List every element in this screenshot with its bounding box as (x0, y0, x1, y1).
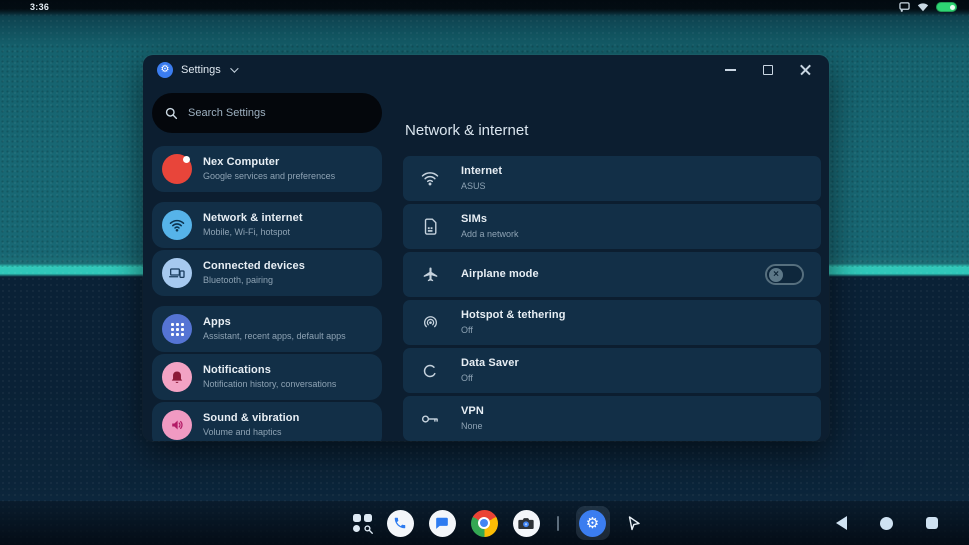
nav-bar (836, 516, 938, 530)
search-icon (364, 525, 373, 534)
dock: ⚙ (353, 506, 641, 540)
row-vpn[interactable]: VPN None (403, 396, 821, 441)
row-title: SIMs (461, 213, 519, 226)
sidebar-item-apps[interactable]: Apps Assistant, recent apps, default app… (152, 306, 382, 352)
airplane-mode-toggle[interactable]: × (765, 264, 804, 285)
sidebar-item-network-internet[interactable]: Network & internet Mobile, Wi-Fi, hotspo… (152, 202, 382, 248)
search-icon (165, 107, 178, 120)
row-subtitle: ASUS (461, 181, 502, 192)
sidebar-item-subtitle: Google services and preferences (203, 171, 335, 182)
row-subtitle: Off (461, 325, 566, 336)
chrome-app-button[interactable] (471, 510, 498, 537)
settings-sidebar: Nex Computer Google services and prefere… (152, 91, 382, 441)
settings-window: ⚙ Settings Nex Compu (143, 55, 829, 441)
row-title: Data Saver (461, 357, 519, 370)
row-hotspot-tethering[interactable]: Hotspot & tethering Off (403, 300, 821, 345)
sidebar-item-sound-vibration[interactable]: Sound & vibration Volume and haptics (152, 402, 382, 441)
settings-app-button[interactable]: ⚙ (576, 506, 610, 540)
sidebar-item-title: Nex Computer (203, 156, 335, 169)
taskbar: ⚙ (0, 501, 969, 545)
back-button[interactable] (836, 516, 847, 530)
row-data-saver[interactable]: Data Saver Off (403, 348, 821, 393)
chat-bubble-icon (435, 516, 449, 530)
settings-app-icon: ⚙ (157, 62, 173, 78)
sidebar-item-title: Connected devices (203, 260, 305, 273)
row-sims[interactable]: SIMs Add a network (403, 204, 821, 249)
wifi-icon (162, 210, 192, 240)
sim-card-icon (420, 218, 440, 235)
clock: 3:36 (30, 2, 49, 12)
home-button[interactable] (880, 517, 893, 530)
apps-grid-icon (162, 314, 192, 344)
sidebar-item-subtitle: Assistant, recent apps, default apps (203, 331, 346, 342)
window-titlebar[interactable]: ⚙ Settings (143, 55, 829, 85)
sidebar-item-title: Network & internet (203, 212, 303, 225)
account-icon (162, 154, 192, 184)
dock-separator (557, 516, 559, 531)
row-internet[interactable]: Internet ASUS (403, 156, 821, 201)
sidebar-item-subtitle: Bluetooth, pairing (203, 275, 305, 286)
devices-icon (162, 258, 192, 288)
hotspot-icon (420, 315, 440, 331)
maximize-button[interactable] (763, 65, 773, 75)
row-subtitle: None (461, 421, 484, 432)
battery-icon (936, 2, 957, 12)
row-title: Internet (461, 165, 502, 178)
sidebar-item-subtitle: Notification history, conversations (203, 379, 336, 390)
row-subtitle: Add a network (461, 229, 519, 240)
speaker-icon (162, 410, 192, 440)
messages-app-button[interactable] (429, 510, 456, 537)
wifi-icon (917, 2, 929, 12)
window-title: Settings (181, 64, 221, 76)
gear-icon: ⚙ (586, 516, 599, 531)
settings-main-panel: Network & internet Internet ASUS (403, 91, 821, 441)
row-title: Airplane mode (461, 268, 539, 281)
sidebar-item-nex-computer[interactable]: Nex Computer Google services and prefere… (152, 146, 382, 192)
sidebar-item-title: Notifications (203, 364, 336, 377)
cast-icon (899, 2, 910, 12)
desktop: 3:36 ⚙ Settings (0, 0, 969, 545)
sidebar-item-connected-devices[interactable]: Connected devices Bluetooth, pairing (152, 250, 382, 296)
bell-icon (162, 362, 192, 392)
gear-icon: ⚙ (161, 65, 170, 75)
toggle-thumb-off-icon: × (769, 268, 783, 282)
sidebar-item-title: Apps (203, 316, 346, 329)
page-title: Network & internet (405, 122, 821, 139)
sidebar-item-title: Sound & vibration (203, 412, 299, 425)
phone-icon (393, 516, 407, 530)
phone-app-button[interactable] (387, 510, 414, 537)
row-airplane-mode[interactable]: Airplane mode × (403, 252, 821, 297)
app-drawer-search-button[interactable] (353, 514, 372, 533)
row-title: VPN (461, 405, 484, 418)
camera-icon (518, 517, 534, 530)
close-button[interactable] (800, 65, 811, 76)
status-bar: 3:36 (0, 0, 969, 16)
sidebar-item-subtitle: Volume and haptics (203, 427, 299, 438)
search-bar[interactable] (152, 93, 382, 133)
minimize-button[interactable] (725, 69, 736, 71)
airplane-icon (420, 266, 440, 283)
row-subtitle: Off (461, 373, 519, 384)
vpn-key-icon (420, 413, 440, 425)
wifi-icon (420, 171, 440, 186)
row-title: Hotspot & tethering (461, 309, 566, 322)
chevron-down-icon[interactable] (230, 64, 238, 72)
camera-app-button[interactable] (513, 510, 540, 537)
mouse-cursor (627, 515, 641, 531)
sidebar-item-subtitle: Mobile, Wi-Fi, hotspot (203, 227, 303, 238)
search-input[interactable] (188, 107, 369, 119)
data-saver-icon (420, 363, 440, 379)
recents-button[interactable] (926, 517, 938, 529)
sidebar-item-notifications[interactable]: Notifications Notification history, conv… (152, 354, 382, 400)
